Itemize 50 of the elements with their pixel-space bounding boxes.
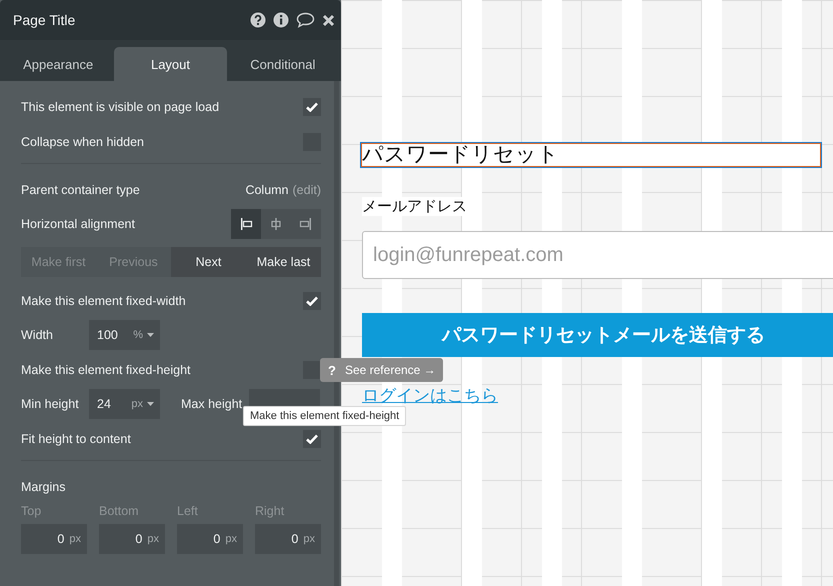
caret-icon[interactable] xyxy=(147,402,154,406)
checkbox[interactable] xyxy=(303,98,321,116)
field-label: Left xyxy=(177,504,199,518)
checkbox[interactable] xyxy=(303,360,321,378)
input-field[interactable]: 0 px xyxy=(177,524,243,554)
panel-title: Page Title xyxy=(13,12,76,28)
field-label: Min height xyxy=(21,397,80,411)
field-label: Max height xyxy=(181,397,241,411)
checkmark-icon xyxy=(306,296,318,306)
container-type-value: Column xyxy=(245,182,289,196)
comment-icon[interactable] xyxy=(296,12,315,28)
checkbox[interactable] xyxy=(303,430,321,448)
checkbox-label: This element is visible on page load xyxy=(21,100,220,114)
checkbox-label: Collapse when hidden xyxy=(21,134,144,148)
align-left-button[interactable] xyxy=(231,209,261,239)
info-icon[interactable] xyxy=(273,12,289,28)
checkmark-icon xyxy=(306,434,318,444)
checkbox[interactable] xyxy=(303,292,321,310)
field-label: Width xyxy=(21,328,54,342)
checkbox-label: Fit height to content xyxy=(21,432,131,446)
email-input[interactable]: login@funrepeat.com xyxy=(362,231,833,279)
field-label: Bottom xyxy=(99,504,140,518)
checkmark-icon xyxy=(306,102,318,112)
field-label: Top xyxy=(21,504,42,518)
page-title-text[interactable]: パスワードリセット xyxy=(361,143,821,167)
align-center-icon xyxy=(269,217,283,231)
help-mark: ? xyxy=(328,362,336,378)
order-button[interactable]: Next xyxy=(171,247,246,277)
field-label: Parent container type xyxy=(21,182,140,196)
input-field[interactable]: 24 px xyxy=(89,389,160,419)
email-label: メールアドレス xyxy=(362,197,467,216)
input-field[interactable]: 0 px xyxy=(255,524,321,554)
panel-tab[interactable]: Layout xyxy=(114,47,227,81)
align-right-icon xyxy=(299,217,313,231)
field-label: Right xyxy=(255,504,286,518)
checkbox-label: Make this element fixed-height xyxy=(21,362,191,376)
panel-tab[interactable]: Appearance xyxy=(2,47,114,81)
input-field[interactable]: 0 px xyxy=(99,524,165,554)
panel-tab[interactable]: Conditional xyxy=(226,47,339,81)
input-field[interactable]: 100 % xyxy=(89,320,160,350)
field-label: Horizontal alignment xyxy=(21,217,135,231)
align-left-icon xyxy=(239,217,253,231)
input-field[interactable]: 0 px xyxy=(21,524,87,554)
tooltip: Make this element fixed-height xyxy=(243,406,406,426)
checkbox-label: Make this element fixed-width xyxy=(21,294,186,308)
section-heading: Margins xyxy=(21,480,66,494)
caret-icon[interactable] xyxy=(147,333,154,337)
help-icon[interactable] xyxy=(250,12,266,28)
order-button[interactable]: Make last xyxy=(246,247,321,277)
close-icon[interactable] xyxy=(322,14,335,26)
